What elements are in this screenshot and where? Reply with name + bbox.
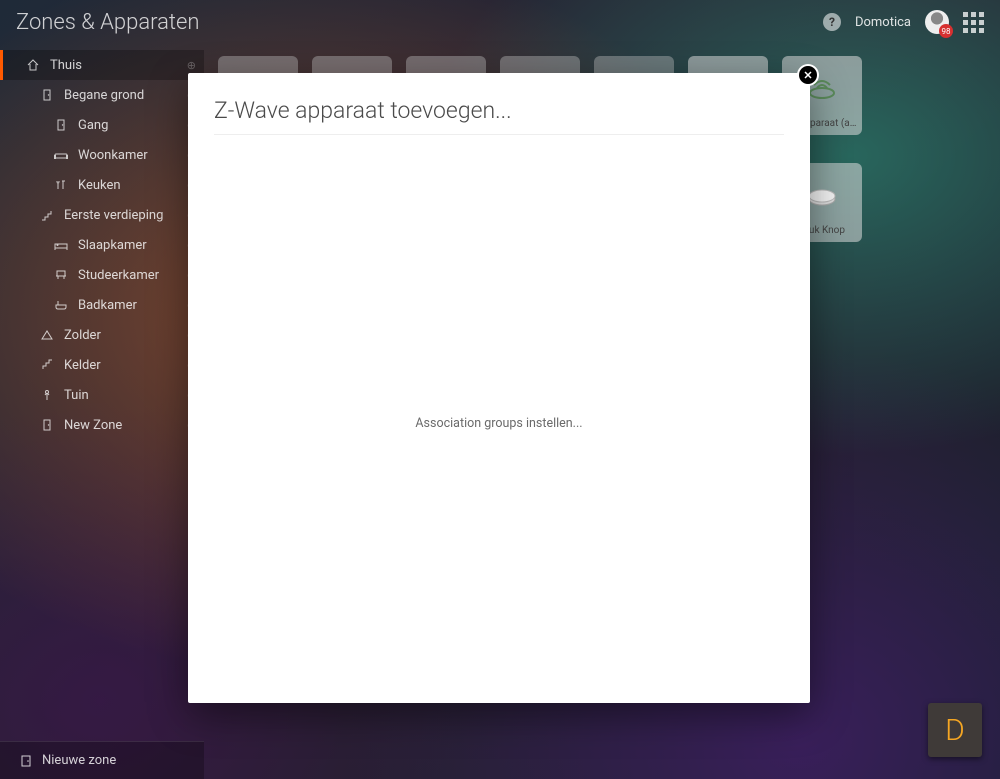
modal-title: Z-Wave apparaat toevoegen... — [214, 97, 784, 135]
modal-status-message: Association groups instellen... — [415, 416, 582, 431]
close-icon[interactable] — [799, 66, 817, 84]
add-zwave-device-modal: Z-Wave apparaat toevoegen... Association… — [188, 73, 810, 703]
discuss-launcher[interactable]: D — [928, 703, 982, 757]
